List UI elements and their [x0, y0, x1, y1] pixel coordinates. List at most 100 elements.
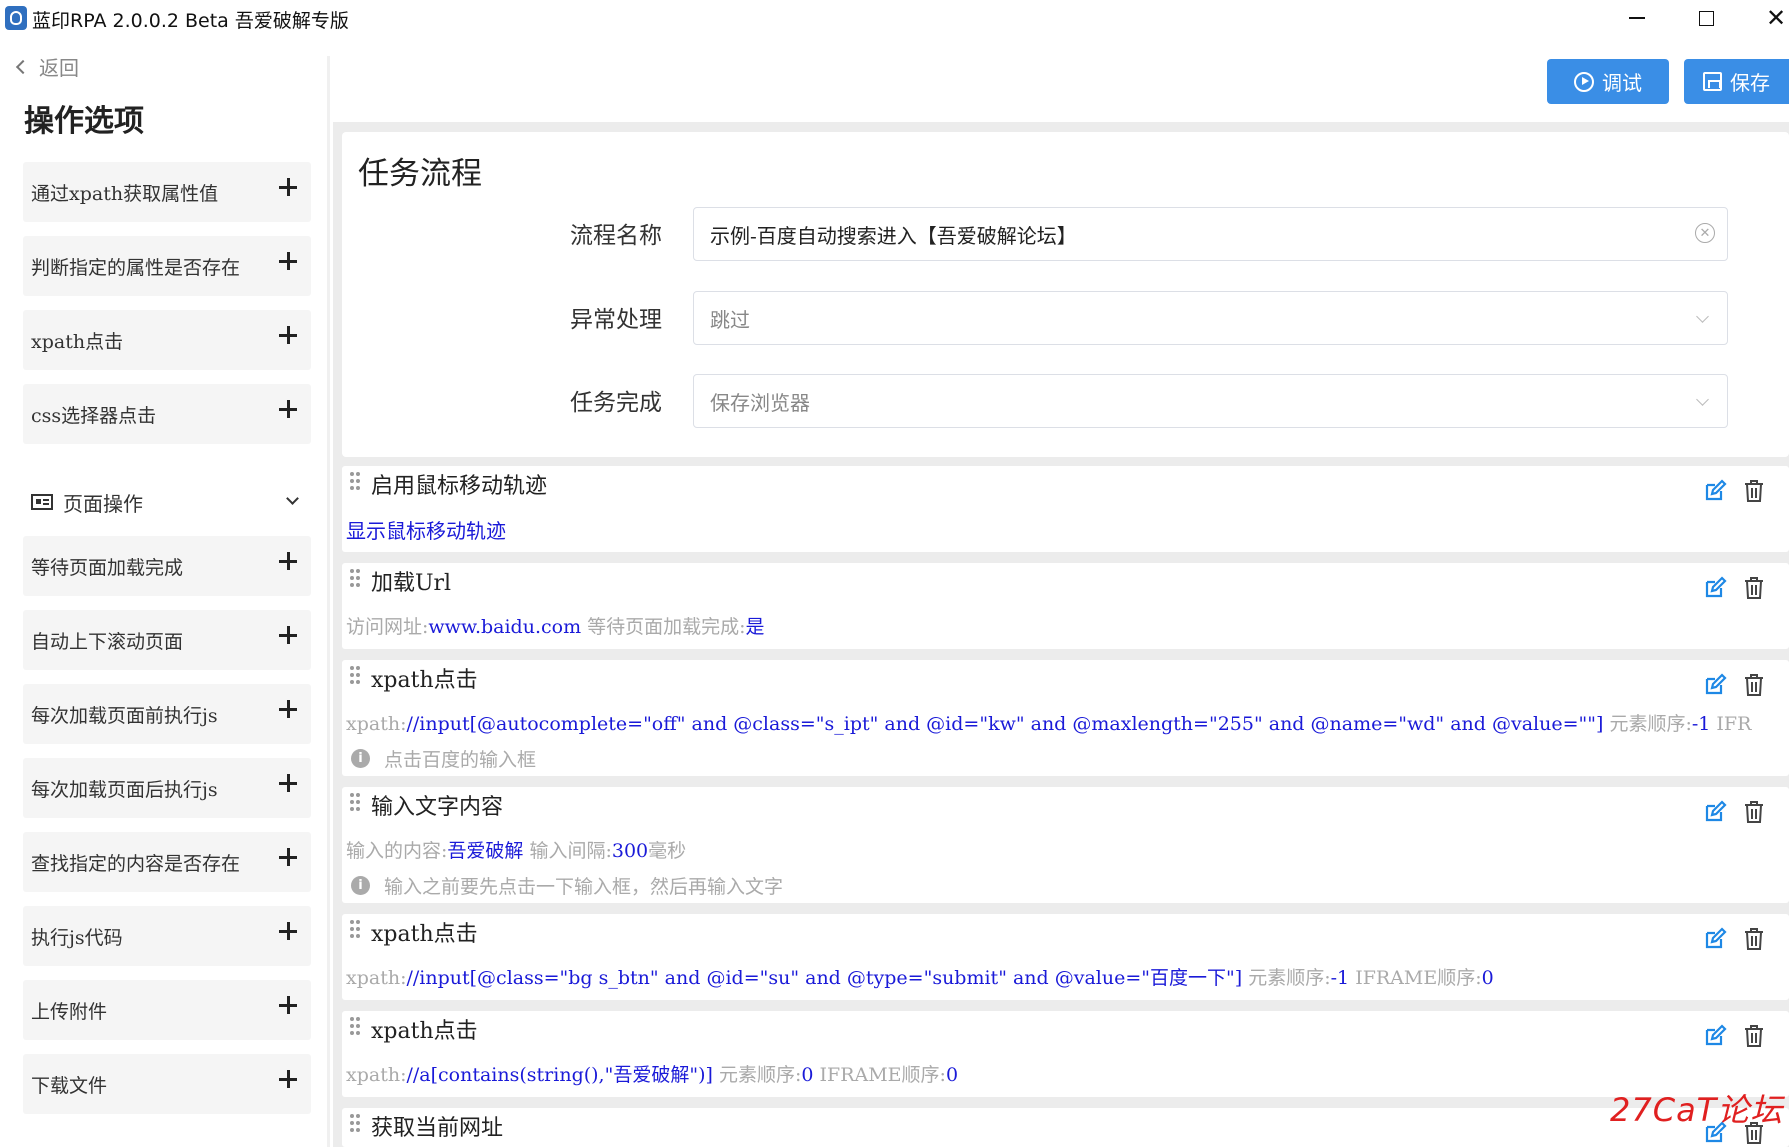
trash-icon[interactable] — [1744, 673, 1764, 697]
sidebar-item-label: 通过xpath获取属性值 — [31, 182, 219, 205]
error-handling-select[interactable]: 跳过 — [693, 291, 1728, 345]
detail-key: 访问网址: — [346, 616, 429, 638]
minimize-icon — [1629, 17, 1645, 19]
sidebar-item-auto-scroll[interactable]: 自动上下滚动页面 — [23, 610, 311, 670]
trash-icon[interactable] — [1744, 479, 1764, 503]
info-icon: i — [351, 749, 370, 768]
task-finish-select[interactable]: 保存浏览器 — [693, 374, 1728, 428]
edit-icon[interactable] — [1703, 800, 1727, 824]
plus-icon[interactable] — [279, 251, 299, 271]
sidebar-item-css-click[interactable]: css选择器点击 — [23, 384, 311, 444]
step-note: i 输入之前要先点击一下输入框，然后再输入文字 — [351, 872, 783, 899]
window-title: 蓝印RPA 2.0.0.2 Beta 吾爱破解专版 — [32, 10, 349, 32]
step-title: xpath点击 — [371, 1019, 478, 1044]
edit-icon[interactable] — [1703, 576, 1727, 600]
step-detail: xpath://input[@class="bg s_btn" and @id=… — [346, 963, 1494, 990]
sidebar-item-label: 下载文件 — [31, 1074, 108, 1097]
step-card[interactable] — [342, 466, 1789, 552]
trash-icon[interactable] — [1744, 927, 1764, 951]
sidebar-item-label: 判断指定的属性是否存在 — [31, 256, 241, 279]
plus-icon[interactable] — [279, 625, 299, 645]
flow-name-input[interactable]: 示例-百度自动搜索进入【吾爱破解论坛】 ✕ — [693, 207, 1728, 261]
back-label: 返回 — [39, 56, 79, 80]
drag-handle-icon[interactable] — [350, 793, 362, 813]
detail-key: 输入的内容: — [346, 840, 448, 862]
step-title: 获取当前网址 — [371, 1116, 504, 1141]
save-label: 保存 — [1730, 71, 1770, 95]
minimize-button[interactable] — [1606, 0, 1668, 36]
sidebar-item-js-before-load[interactable]: 每次加载页面前执行js — [23, 684, 311, 744]
drag-handle-icon[interactable] — [350, 472, 362, 492]
info-icon: i — [351, 876, 370, 895]
plus-icon[interactable] — [279, 399, 299, 419]
step-title: xpath点击 — [371, 668, 478, 693]
maximize-button[interactable] — [1675, 0, 1737, 36]
sidebar-item-xpath-click[interactable]: xpath点击 — [23, 310, 311, 370]
step-title: 加载Url — [371, 571, 452, 596]
drag-handle-icon[interactable] — [350, 569, 362, 589]
maximize-icon — [1698, 10, 1714, 26]
plus-icon[interactable] — [279, 177, 299, 197]
edit-icon[interactable] — [1703, 673, 1727, 697]
trash-icon[interactable] — [1744, 1024, 1764, 1048]
sidebar-item-label: 等待页面加载完成 — [31, 556, 184, 579]
sidebar-item-wait-load[interactable]: 等待页面加载完成 — [23, 536, 311, 596]
plus-icon[interactable] — [279, 699, 299, 719]
plus-icon[interactable] — [279, 921, 299, 941]
chevron-down-icon — [1696, 393, 1709, 406]
sidebar-group-page-ops[interactable]: 页面操作 — [23, 470, 311, 534]
trash-icon[interactable] — [1744, 800, 1764, 824]
chevron-down-icon — [1696, 310, 1709, 323]
edit-icon[interactable] — [1703, 479, 1727, 503]
plus-icon[interactable] — [279, 995, 299, 1015]
detail-key: 元素顺序: — [1248, 967, 1331, 989]
task-finish-value: 保存浏览器 — [710, 390, 810, 415]
sidebar-item-upload[interactable]: 上传附件 — [23, 980, 311, 1040]
edit-icon[interactable] — [1703, 927, 1727, 951]
sidebar-divider — [327, 56, 330, 1147]
drag-handle-icon[interactable] — [350, 920, 362, 940]
back-link[interactable]: 返回 — [14, 52, 79, 81]
detail-key: 输入间隔: — [529, 840, 612, 862]
clear-icon[interactable]: ✕ — [1695, 223, 1715, 243]
sidebar-item-js-after-load[interactable]: 每次加载页面后执行js — [23, 758, 311, 818]
save-button[interactable]: 保存 — [1684, 59, 1789, 104]
step-title: 启用鼠标移动轨迹 — [371, 474, 548, 499]
detail-unit: 毫秒 — [648, 840, 687, 862]
play-circle-icon — [1574, 71, 1594, 92]
sidebar-item-download[interactable]: 下载文件 — [23, 1054, 311, 1114]
detail-value: //input[@autocomplete="off" and @class="… — [406, 713, 1604, 735]
sidebar-item-xpath-get-attr[interactable]: 通过xpath获取属性值 — [23, 162, 311, 222]
drag-handle-icon[interactable] — [350, 1017, 362, 1037]
step-card[interactable] — [342, 1108, 1789, 1147]
sidebar-item-find-content[interactable]: 查找指定的内容是否存在 — [23, 832, 311, 892]
plus-icon[interactable] — [279, 1069, 299, 1089]
close-button[interactable]: ✕ — [1745, 0, 1789, 36]
page-icon — [31, 494, 53, 510]
drag-handle-icon[interactable] — [350, 1114, 362, 1134]
drag-handle-icon[interactable] — [350, 666, 362, 686]
detail-value: -1 — [1330, 967, 1350, 989]
note-text: 点击百度的输入框 — [384, 749, 537, 771]
sidebar-item-exec-js[interactable]: 执行js代码 — [23, 906, 311, 966]
debug-button[interactable]: 调试 — [1547, 59, 1669, 104]
debug-label: 调试 — [1602, 71, 1642, 95]
note-text: 输入之前要先点击一下输入框，然后再输入文字 — [384, 876, 784, 898]
plus-icon[interactable] — [279, 551, 299, 571]
detail-value: -1 — [1691, 713, 1711, 735]
sidebar-item-label: 上传附件 — [31, 1000, 108, 1023]
plus-icon[interactable] — [279, 773, 299, 793]
detail-key: xpath: — [346, 1064, 407, 1086]
plus-icon[interactable] — [279, 325, 299, 345]
trash-icon[interactable] — [1744, 576, 1764, 600]
edit-icon[interactable] — [1703, 1024, 1727, 1048]
sidebar-item-label: 每次加载页面后执行js — [31, 778, 218, 801]
detail-key: 元素顺序: — [718, 1064, 802, 1086]
detail-value: 是 — [745, 616, 765, 638]
sidebar-item-label: 查找指定的内容是否存在 — [31, 852, 241, 875]
chevron-left-icon — [15, 59, 31, 74]
step-note: i 点击百度的输入框 — [351, 745, 536, 772]
sidebar-item-attr-exists[interactable]: 判断指定的属性是否存在 — [23, 236, 311, 296]
plus-icon[interactable] — [279, 847, 299, 867]
step-title: xpath点击 — [371, 922, 478, 947]
